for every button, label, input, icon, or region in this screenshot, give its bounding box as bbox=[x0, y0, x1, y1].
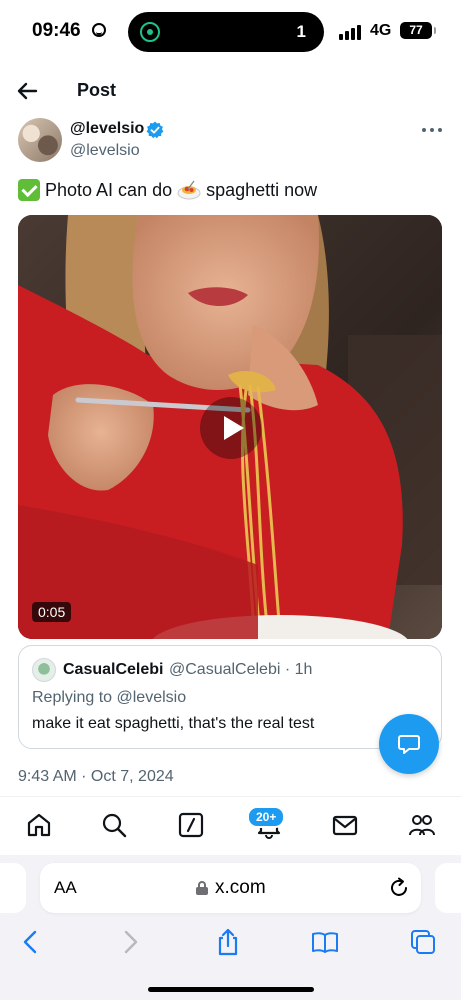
tab-communities[interactable] bbox=[404, 807, 440, 843]
spaghetti-emoji-icon bbox=[177, 180, 201, 200]
island-count: 1 bbox=[296, 22, 306, 41]
quote-text: make it eat spaghetti, that's the real t… bbox=[32, 715, 315, 732]
lock-icon bbox=[196, 881, 208, 895]
video-duration: 0:05 bbox=[32, 602, 72, 622]
reload-icon[interactable] bbox=[387, 876, 411, 900]
tabs-icon bbox=[411, 930, 435, 954]
status-bar: 09:46 1 4G 77 bbox=[0, 0, 461, 62]
browser-back-button[interactable] bbox=[16, 927, 46, 957]
network-type: 4G bbox=[370, 22, 392, 39]
browser-forward-button[interactable] bbox=[115, 927, 145, 957]
book-icon bbox=[312, 932, 338, 953]
author-display-name[interactable]: @levelsio bbox=[70, 120, 144, 138]
battery-icon: 77 bbox=[400, 22, 436, 39]
tabs-button[interactable] bbox=[408, 927, 438, 957]
previous-tab-pill[interactable] bbox=[0, 863, 26, 913]
grok-icon bbox=[178, 812, 204, 838]
focus-smiley-icon bbox=[92, 23, 106, 37]
quoted-tweet[interactable]: CasualCelebi @CasualCelebi · 1h Replying… bbox=[18, 645, 442, 749]
video-player[interactable]: 0:05 bbox=[18, 215, 442, 639]
next-tab-pill[interactable] bbox=[435, 863, 461, 913]
quote-replying-to: Replying to @levelsio bbox=[32, 689, 187, 706]
signal-icon bbox=[339, 24, 365, 40]
chevron-left-icon bbox=[23, 930, 37, 954]
back-arrow-icon bbox=[17, 82, 38, 100]
bookmarks-button[interactable] bbox=[310, 927, 340, 957]
notifications-badge: 20+ bbox=[247, 806, 286, 828]
communities-icon bbox=[409, 815, 435, 836]
page-title: Post bbox=[77, 80, 117, 100]
chevron-right-icon bbox=[124, 930, 138, 954]
quote-display-name: CasualCelebi bbox=[63, 661, 164, 678]
tab-messages[interactable] bbox=[327, 807, 363, 843]
tab-grok[interactable] bbox=[173, 807, 209, 843]
clock: 09:46 bbox=[32, 20, 81, 41]
back-button[interactable] bbox=[14, 76, 44, 106]
tweet-text: Photo AI can do spaghetti now bbox=[18, 178, 317, 202]
check-mark-emoji-icon bbox=[18, 179, 40, 201]
dynamic-island[interactable]: 1 bbox=[128, 12, 324, 52]
play-button[interactable] bbox=[200, 397, 262, 459]
quote-handle-time: @CasualCelebi · 1h bbox=[169, 661, 313, 678]
safari-toolbar: AA x.com bbox=[0, 855, 461, 1000]
home-indicator[interactable] bbox=[148, 987, 314, 992]
share-button[interactable] bbox=[213, 927, 243, 957]
verified-badge-icon bbox=[146, 121, 164, 139]
tab-home[interactable] bbox=[21, 807, 57, 843]
address-bar[interactable]: AA x.com bbox=[40, 863, 421, 913]
search-icon bbox=[102, 813, 127, 838]
tweet-text-part2: spaghetti now bbox=[206, 179, 318, 200]
reader-options-button[interactable]: AA bbox=[54, 878, 77, 898]
bottom-tab-bar bbox=[0, 796, 461, 854]
home-icon bbox=[27, 813, 51, 837]
more-options-button[interactable] bbox=[420, 118, 446, 142]
quote-avatar[interactable] bbox=[32, 658, 56, 682]
author-avatar[interactable] bbox=[18, 118, 62, 162]
tab-search[interactable] bbox=[96, 807, 132, 843]
live-activity-icon bbox=[140, 22, 160, 42]
tweet-timestamp: 9:43 AM · Oct 7, 2024 bbox=[18, 768, 174, 785]
tweet-text-part1: Photo AI can do bbox=[45, 179, 173, 200]
chat-bubble-icon bbox=[398, 735, 420, 754]
author-handle[interactable]: @levelsio bbox=[70, 142, 140, 160]
share-icon bbox=[218, 928, 238, 956]
reply-fab-button[interactable] bbox=[379, 714, 439, 774]
url-text: x.com bbox=[215, 877, 266, 898]
messages-icon bbox=[332, 815, 358, 836]
post-header: Post bbox=[0, 70, 461, 114]
